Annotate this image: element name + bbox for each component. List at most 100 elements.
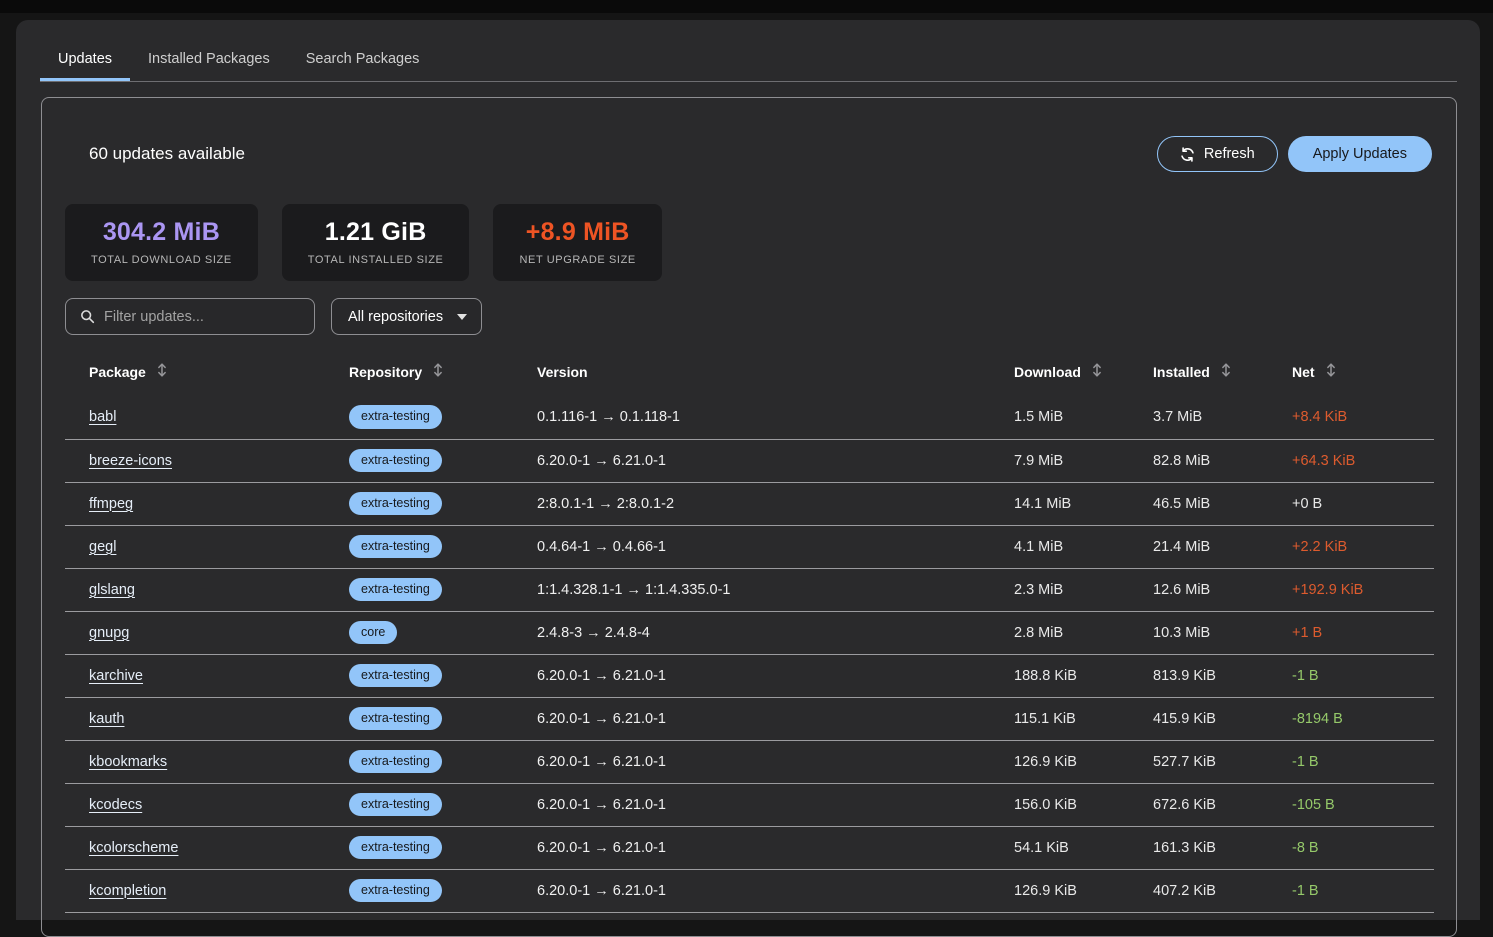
repository-badge: extra-testing xyxy=(349,578,442,602)
cell-net: +192.9 KiB xyxy=(1292,582,1363,598)
cell-installed: 46.5 MiB xyxy=(1153,496,1210,512)
cell-installed: 407.2 KiB xyxy=(1153,883,1216,899)
top-bar xyxy=(0,0,1493,13)
cell-installed: 82.8 MiB xyxy=(1153,453,1210,469)
table-row: karchiveextra-testing6.20.0-1 → 6.21.0-1… xyxy=(65,654,1434,697)
cell-version: 6.20.0-1 → 6.21.0-1 xyxy=(537,668,666,684)
filter-input[interactable] xyxy=(104,309,302,325)
cell-net: +64.3 KiB xyxy=(1292,453,1355,469)
package-link[interactable]: kcompletion xyxy=(89,883,166,899)
cell-net: -105 B xyxy=(1292,797,1335,813)
package-link[interactable]: kauth xyxy=(89,711,124,727)
cell-installed: 415.9 KiB xyxy=(1153,711,1216,727)
repository-badge: extra-testing xyxy=(349,750,442,774)
filter-row: All repositories xyxy=(65,298,1456,335)
stat-total-installed-value: 1.21 GiB xyxy=(325,217,427,247)
cell-net: +8.4 KiB xyxy=(1292,409,1347,425)
table-row: ffmpeg extra-testing 2:8.0.1-1 → 2:8.0.1-2… xyxy=(65,482,1434,525)
repository-filter-value: All repositories xyxy=(348,309,443,325)
package-link[interactable]: kbookmarks xyxy=(89,754,167,770)
table-row: kcompletionextra-testing6.20.0-1 → 6.21.… xyxy=(65,869,1434,912)
column-header-version-label: Version xyxy=(537,364,588,380)
package-link[interactable]: gegl xyxy=(89,539,116,555)
package-link[interactable]: karchive xyxy=(89,668,143,684)
cell-version: 6.20.0-1 → 6.21.0-1 xyxy=(537,883,666,899)
cell-download: 126.9 KiB xyxy=(1014,883,1077,899)
tab-updates[interactable]: Updates xyxy=(40,39,130,81)
cell-download: 1.5 MiB xyxy=(1014,409,1063,425)
repository-badge: extra-testing xyxy=(349,707,442,731)
stat-net-upgrade-size: +8.9 MiB NET UPGRADE SIZE xyxy=(493,204,661,281)
table-row: kcodecsextra-testing6.20.0-1 → 6.21.0-11… xyxy=(65,783,1434,826)
column-header-package[interactable]: Package xyxy=(65,359,349,396)
stat-total-download-label: TOTAL DOWNLOAD SIZE xyxy=(91,254,232,266)
package-link[interactable]: kcodecs xyxy=(89,797,142,813)
cell-download: 188.8 KiB xyxy=(1014,668,1077,684)
cell-version: 6.20.0-1 → 6.21.0-1 xyxy=(537,840,666,856)
column-header-net[interactable]: Net xyxy=(1292,359,1434,396)
cell-version: 6.20.0-1 → 6.21.0-1 xyxy=(537,754,666,770)
column-header-installed[interactable]: Installed xyxy=(1153,359,1292,396)
updates-card: 60 updates available Refresh Apply Updat… xyxy=(41,97,1457,937)
column-header-package-label: Package xyxy=(89,364,146,380)
cell-version: 6.20.0-1 → 6.21.0-1 xyxy=(537,711,666,727)
package-link[interactable]: glslang xyxy=(89,582,135,598)
table-row: kcolorschemeextra-testing6.20.0-1 → 6.21… xyxy=(65,826,1434,869)
table-row: glslangextra-testing1:1.4.328.1-1 → 1:1.… xyxy=(65,568,1434,611)
cell-version: 2.4.8-3 → 2.4.8-4 xyxy=(537,625,650,641)
table-row: gnupgcore2.4.8-3 → 2.4.8-42.8 MiB10.3 Mi… xyxy=(65,611,1434,654)
table-header-row: Package Repository Version Download Inst… xyxy=(65,359,1434,396)
stat-total-download-value: 304.2 MiB xyxy=(103,217,220,247)
cell-download: 156.0 KiB xyxy=(1014,797,1077,813)
package-link[interactable]: gnupg xyxy=(89,625,129,641)
column-header-net-label: Net xyxy=(1292,364,1315,380)
column-header-repository[interactable]: Repository xyxy=(349,359,537,396)
table-row: bablextra-testing0.1.116-1 → 0.1.118-11.… xyxy=(65,396,1434,439)
cell-net: -1 B xyxy=(1292,883,1319,899)
repository-filter-dropdown[interactable]: All repositories xyxy=(331,298,482,335)
cell-installed: 10.3 MiB xyxy=(1153,625,1210,641)
chevron-down-icon xyxy=(457,314,467,320)
column-header-download[interactable]: Download xyxy=(1014,359,1153,396)
card-header: 60 updates available Refresh Apply Updat… xyxy=(42,98,1456,172)
repository-badge: core xyxy=(349,621,397,645)
stat-net-upgrade-label: NET UPGRADE SIZE xyxy=(519,254,635,266)
package-link[interactable]: kcolorscheme xyxy=(89,840,178,856)
cell-installed: 21.4 MiB xyxy=(1153,539,1210,555)
stat-total-download-size: 304.2 MiB TOTAL DOWNLOAD SIZE xyxy=(65,204,258,281)
cell-installed: 161.3 KiB xyxy=(1153,840,1216,856)
refresh-button[interactable]: Refresh xyxy=(1157,136,1278,172)
apply-updates-button[interactable]: Apply Updates xyxy=(1288,136,1432,172)
cell-net: -1 B xyxy=(1292,668,1319,684)
column-header-download-label: Download xyxy=(1014,364,1081,380)
tab-search-packages-label: Search Packages xyxy=(306,51,420,67)
package-link[interactable]: breeze-icons xyxy=(89,453,172,469)
cell-download: 54.1 KiB xyxy=(1014,840,1069,856)
package-link[interactable]: babl xyxy=(89,409,116,425)
cell-download: 2.3 MiB xyxy=(1014,582,1063,598)
search-icon xyxy=(80,309,95,324)
tab-installed-packages[interactable]: Installed Packages xyxy=(130,39,288,81)
cell-version: 0.4.64-1 → 0.4.66-1 xyxy=(537,539,666,555)
repository-badge: extra-testing xyxy=(349,449,442,473)
stat-total-installed-size: 1.21 GiB TOTAL INSTALLED SIZE xyxy=(282,204,470,281)
tab-updates-label: Updates xyxy=(58,51,112,67)
updates-count-title: 60 updates available xyxy=(89,144,245,164)
package-link[interactable]: ffmpeg xyxy=(89,496,133,512)
updates-table-body: bablextra-testing0.1.116-1 → 0.1.118-11.… xyxy=(65,396,1434,912)
tab-bar: Updates Installed Packages Search Packag… xyxy=(40,40,1457,82)
cell-net: +1 B xyxy=(1292,625,1322,641)
repository-badge: extra-testing xyxy=(349,492,442,516)
header-actions: Refresh Apply Updates xyxy=(1157,136,1432,172)
cell-download: 115.1 KiB xyxy=(1014,711,1076,727)
refresh-icon xyxy=(1180,147,1195,162)
tab-search-packages[interactable]: Search Packages xyxy=(288,39,438,81)
stats-row: 304.2 MiB TOTAL DOWNLOAD SIZE 1.21 GiB T… xyxy=(65,204,1456,281)
sort-icon xyxy=(1092,363,1102,380)
cell-version: 2:8.0.1-1 → 2:8.0.1-2 xyxy=(537,496,674,512)
cell-net: +0 B xyxy=(1292,496,1322,512)
stat-total-installed-label: TOTAL INSTALLED SIZE xyxy=(308,254,444,266)
main-panel: Updates Installed Packages Search Packag… xyxy=(16,20,1480,920)
cell-installed: 3.7 MiB xyxy=(1153,409,1202,425)
table-row: kauth extra-testing 6.20.0-1 → 6.21.0-1 115… xyxy=(65,697,1434,740)
